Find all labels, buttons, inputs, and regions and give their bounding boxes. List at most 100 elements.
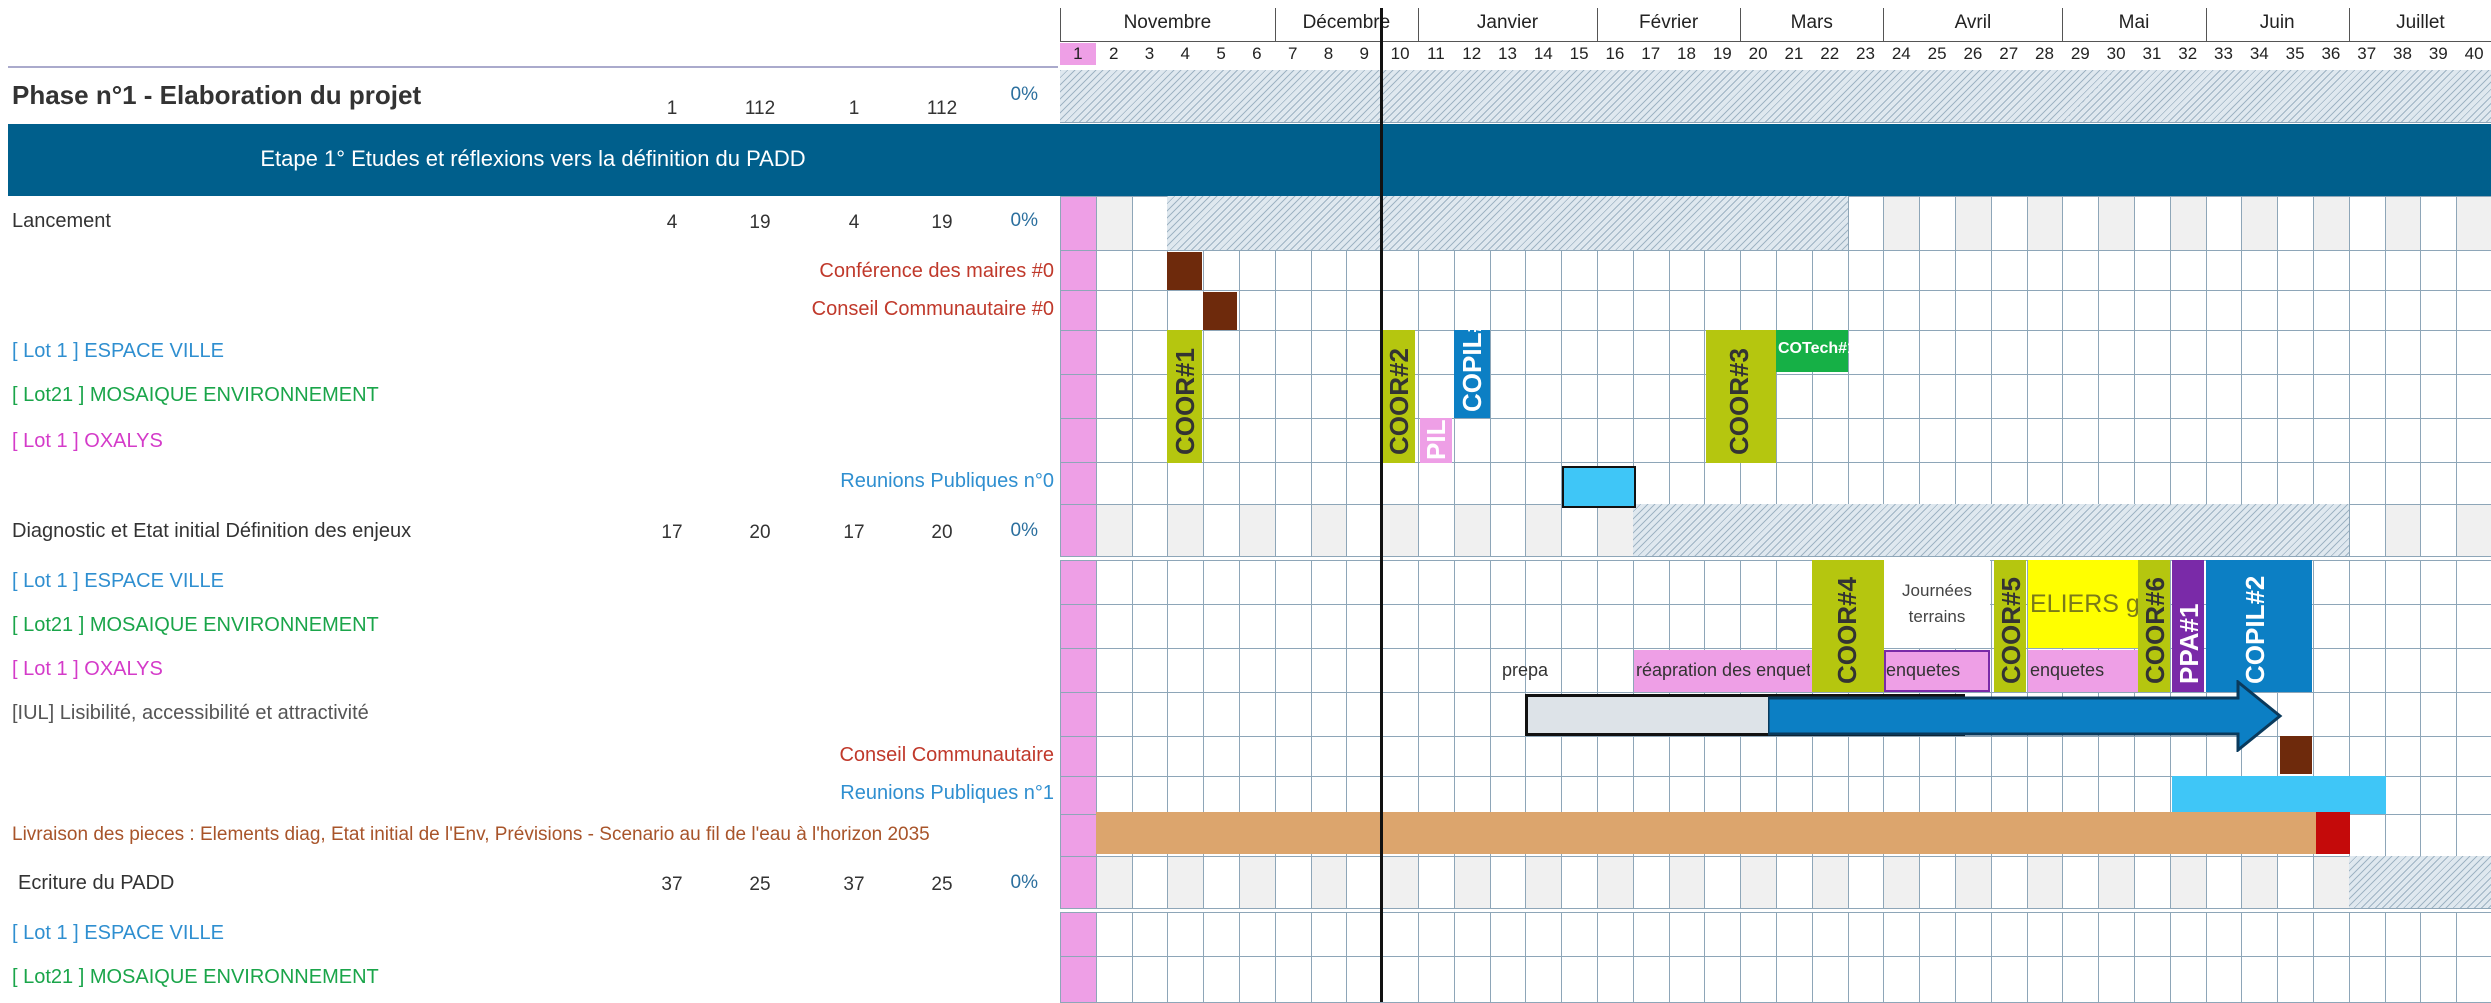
ecriture-col2: 25 [749,874,771,895]
week-header: 8 [1323,44,1334,63]
phase-col2: 112 [744,98,776,119]
task-reunions0[interactable] [1562,466,1636,508]
lancement-bar[interactable] [1167,196,1848,250]
lancement-col1: 4 [666,212,678,233]
diagnostic-progress: 0% [1010,520,1038,541]
row-lot21-mosaique-a: [ Lot21 ] MOSAIQUE ENVIRONNEMENT [12,384,379,406]
diagnostic-bar[interactable] [1632,504,2349,556]
row-lot1-espace-a: [ Lot 1 ] ESPACE VILLE [12,340,224,362]
arrow-right-icon [1768,680,2283,752]
ecriture-bar[interactable] [2348,856,2491,908]
week-header: 21 [1784,44,1804,63]
task-livraison-end[interactable] [2316,812,2350,854]
task-conseil0[interactable] [1203,292,1237,330]
lancement-col3: 4 [848,212,860,233]
month-header: Juin [2259,12,2295,33]
week-header: 19 [1712,44,1732,63]
week-header: 1 [1060,43,1096,65]
week-header: 11 [1427,44,1445,63]
phase-col3: 1 [848,98,860,119]
month-header: Novembre [1123,12,1212,33]
task-ppa1-label: PPA#1 [2174,603,2204,684]
week-header: 7 [1287,44,1298,63]
row-lot1-oxalys-b: [ Lot 1 ] OXALYS [12,658,163,680]
ecriture-col1: 37 [661,874,683,895]
task-prepa-label: prepa [1502,660,1549,680]
task-coor2-label: COOR#2 [1384,348,1414,455]
task-conf-maires[interactable] [1167,252,1202,290]
week-header: 38 [2393,44,2412,63]
week-header: 35 [2285,44,2305,63]
ecriture-col4: 25 [931,874,953,895]
lancement-col4: 19 [931,212,953,233]
phase-title: Phase n°1 - Elaboration du projet [12,80,422,110]
task-preparation-label: réapration des enquetes [1636,660,1810,680]
diagnostic-col2: 20 [749,522,771,543]
task-ateliers-label: ELIERS g [2030,590,2140,618]
month-header: Décembre [1302,12,1391,33]
week-header: 30 [2106,44,2126,63]
task-coor1-label: COOR#1 [1170,348,1200,455]
month-header: Mai [2118,12,2150,33]
task-cotech1-label: COTech#1 [1778,340,1856,357]
month-header: Juillet [2396,12,2445,33]
task-reunions1[interactable] [2172,776,2386,814]
row-reunions1: Reunions Publiques n°1 [840,782,1054,804]
month-header: Janvier [1476,12,1539,33]
week-header: 40 [2464,44,2484,63]
task-livraison-bar[interactable] [1096,812,2316,854]
row-lot21-mosaique-c: [ Lot21 ] MOSAIQUE ENVIRONNEMENT [12,966,379,988]
row-conf-maires: Conférence des maires #0 [819,260,1054,282]
week-header: 31 [2142,44,2162,63]
week-header: 39 [2428,44,2448,63]
etape-title: Etape 1° Etudes et réflexions vers la dé… [260,146,806,171]
row-lot1-espace-c: [ Lot 1 ] ESPACE VILLE [12,922,224,944]
task-coor6-label: COOR#6 [2140,577,2170,684]
week-header: 33 [2214,44,2233,63]
week-header: 28 [2035,44,2054,63]
task-coor3-label: COOR#3 [1724,348,1754,455]
week-header: 37 [2357,44,2377,63]
week-header: 34 [2249,44,2269,63]
task-copil2-label: COPIL#2 [2240,575,2270,684]
week-header: 22 [1820,44,1840,63]
diagnostic-col4: 20 [931,522,953,543]
week-header: 18 [1677,44,1696,63]
phase-col1: 1 [666,98,678,119]
task-enquetes-b-label: enquetes [2030,660,2105,680]
week-header: 29 [2070,44,2090,63]
task-copil-a-label: COPIL# [1457,318,1487,412]
week-header: 5 [1216,44,1226,63]
ecriture-progress: 0% [1010,872,1038,893]
month-header: Février [1639,12,1699,33]
ecriture-col3: 37 [843,874,865,895]
week-header: 9 [1359,44,1370,63]
row-conseil0: Conseil Communautaire #0 [811,298,1054,320]
row-lot21-mosaique-b: [ Lot21 ] MOSAIQUE ENVIRONNEMENT [12,614,379,636]
week-header: 6 [1252,44,1262,63]
row-lot1-espace-b: [ Lot 1 ] ESPACE VILLE [12,570,224,592]
lancement-col2: 19 [749,212,771,233]
row-reunions0: Reunions Publiques n°0 [840,470,1054,492]
phase-progress: 0% [1010,84,1038,105]
row-ecriture-label: Ecriture du PADD [18,872,175,894]
week-header: 23 [1856,44,1875,63]
week-header: 36 [2321,44,2341,63]
week-header: 14 [1533,44,1553,63]
diagnostic-col3: 17 [843,522,865,543]
row-lancement-label: Lancement [12,210,111,232]
task-conseil-marker[interactable] [2280,736,2312,774]
diagnostic-col1: 17 [661,522,683,543]
task-pil-label: PIL [1421,419,1451,460]
week-header: 27 [1999,44,2019,63]
task-coor4-label: COOR#4 [1832,577,1862,684]
week-header: 26 [1963,44,1983,63]
week-header: 17 [1641,44,1661,63]
task-enquetes-a-label: enquetes [1886,660,1961,680]
phase-bar[interactable] [1060,70,2491,122]
month-header: Mars [1790,12,1833,33]
row-diagnostic-label: Diagnostic et Etat initial Définition de… [12,520,412,542]
week-header: 3 [1144,44,1155,63]
week-header: 2 [1108,44,1119,63]
week-header: 15 [1569,44,1589,63]
